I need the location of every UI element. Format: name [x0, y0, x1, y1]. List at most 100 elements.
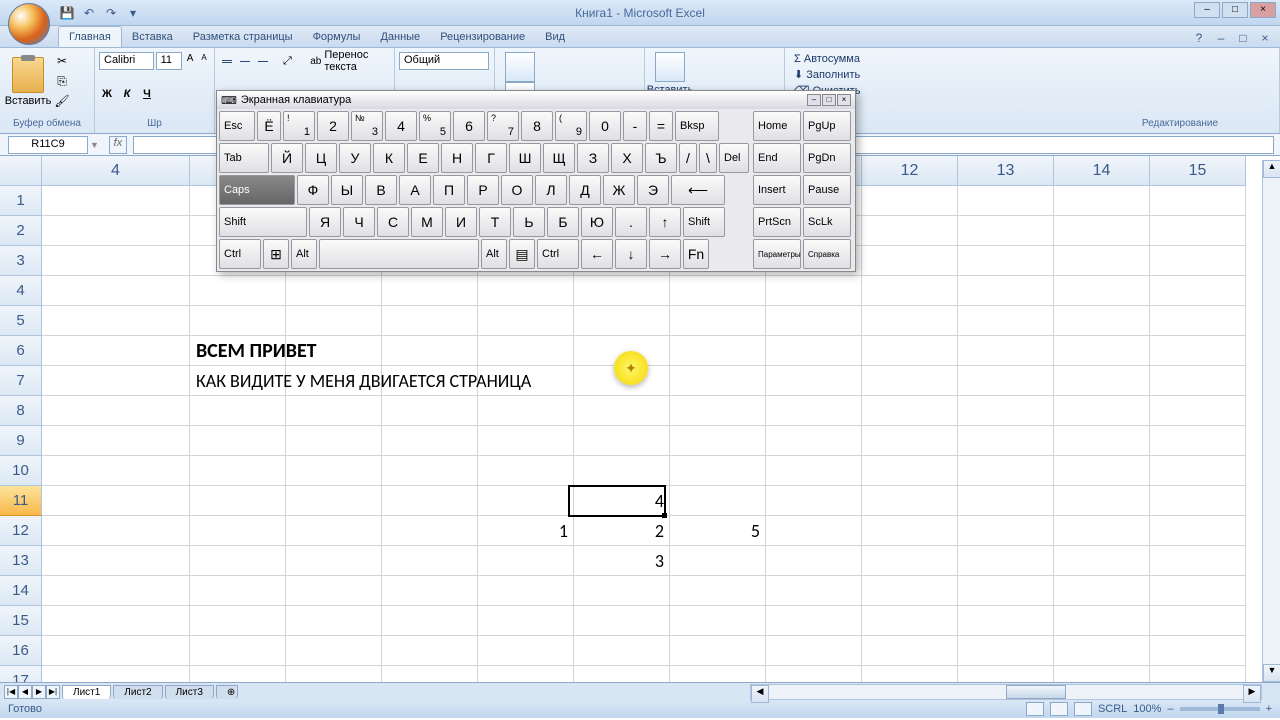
osk-key-=[interactable]: = — [649, 111, 673, 141]
cell[interactable] — [1054, 216, 1150, 246]
cell[interactable] — [862, 546, 958, 576]
row-header[interactable]: 2 — [0, 216, 42, 246]
cell[interactable] — [42, 666, 190, 682]
cell[interactable] — [1054, 186, 1150, 216]
cell[interactable] — [286, 576, 382, 606]
row-header[interactable]: 8 — [0, 396, 42, 426]
clear-button[interactable]: ⌫ Очистить — [793, 83, 1271, 98]
osk-close-button[interactable]: × — [837, 94, 851, 106]
osk-key-т[interactable]: Т — [479, 207, 511, 237]
cell[interactable] — [1150, 636, 1246, 666]
cell[interactable] — [958, 246, 1054, 276]
osk-key-fn[interactable]: Fn — [683, 239, 709, 269]
h-scroll-thumb[interactable] — [1006, 685, 1066, 699]
osk-key-6[interactable]: 6 — [453, 111, 485, 141]
font-name-input[interactable]: Calibri — [99, 52, 154, 70]
row-header[interactable]: 6 — [0, 336, 42, 366]
osk-key-в[interactable]: В — [365, 175, 397, 205]
osk-key-tab[interactable]: Tab — [219, 143, 269, 173]
cell[interactable] — [190, 306, 286, 336]
osk-key-ъ[interactable]: Ъ — [645, 143, 677, 173]
scroll-left-icon[interactable]: ◀ — [751, 685, 769, 703]
tab-review[interactable]: Рецензирование — [430, 27, 535, 47]
osk-key-▤[interactable]: ▤ — [509, 239, 535, 269]
fx-icon[interactable]: fx — [109, 136, 127, 154]
italic-button[interactable]: К — [119, 88, 135, 104]
cell-content[interactable]: КАК ВИДИТЕ У МЕНЯ ДВИГАЕТСЯ СТРАНИЦА — [190, 366, 537, 396]
cell[interactable] — [574, 636, 670, 666]
osk-key-shift[interactable]: Shift — [219, 207, 307, 237]
row-header[interactable]: 7 — [0, 366, 42, 396]
cell[interactable] — [766, 336, 862, 366]
zoom-in-icon[interactable]: + — [1266, 703, 1272, 715]
cell[interactable] — [382, 666, 478, 682]
fill-button[interactable]: ⬇ Заполнить — [793, 67, 1271, 82]
osk-key-↓[interactable]: ↓ — [615, 239, 647, 269]
osk-key-/[interactable]: / — [679, 143, 697, 173]
copy-icon[interactable]: ⎘ — [52, 72, 72, 90]
cell[interactable] — [1150, 216, 1246, 246]
osk-key-г[interactable]: Г — [475, 143, 507, 173]
osk-key-home[interactable]: Home — [753, 111, 801, 141]
cell[interactable] — [382, 486, 478, 516]
cell-content[interactable]: ВСЕМ ПРИВЕТ — [190, 336, 323, 366]
cell-content[interactable]: 2 — [574, 516, 670, 546]
cell[interactable] — [862, 306, 958, 336]
tab-home[interactable]: Главная — [58, 26, 122, 47]
osk-key-ю[interactable]: Ю — [581, 207, 613, 237]
cell[interactable] — [958, 666, 1054, 682]
cell[interactable] — [766, 306, 862, 336]
osk-key-←[interactable]: ← — [581, 239, 613, 269]
osk-key-8[interactable]: 8 — [521, 111, 553, 141]
cell[interactable] — [958, 186, 1054, 216]
cell[interactable] — [478, 546, 574, 576]
sheet-tab-3[interactable]: Лист3 — [165, 685, 214, 699]
cell[interactable] — [862, 396, 958, 426]
osk-key-.[interactable]: . — [615, 207, 647, 237]
cell[interactable] — [862, 516, 958, 546]
cell[interactable] — [1054, 366, 1150, 396]
cell[interactable] — [42, 396, 190, 426]
autosum-button[interactable]: Σ Автосумма — [793, 52, 1271, 66]
osk-key-ф[interactable]: Ф — [297, 175, 329, 205]
osk-key-параметры[interactable]: Параметры — [753, 239, 801, 269]
osk-key-к[interactable]: К — [373, 143, 405, 173]
cell[interactable] — [382, 276, 478, 306]
osk-key-з[interactable]: З — [577, 143, 609, 173]
cell[interactable] — [478, 666, 574, 682]
cell[interactable] — [574, 306, 670, 336]
cell[interactable] — [42, 216, 190, 246]
cell[interactable] — [670, 426, 766, 456]
cell[interactable] — [42, 516, 190, 546]
cell[interactable] — [958, 306, 1054, 336]
osk-key-я[interactable]: Я — [309, 207, 341, 237]
cell[interactable] — [958, 546, 1054, 576]
osk-titlebar[interactable]: ⌨ Экранная клавиатура – □ × — [217, 91, 855, 109]
cell[interactable] — [1150, 366, 1246, 396]
tab-formulas[interactable]: Формулы — [303, 27, 371, 47]
cell[interactable] — [670, 366, 766, 396]
cell[interactable] — [42, 576, 190, 606]
cell[interactable] — [958, 456, 1054, 486]
orientation-icon[interactable]: ⤢ — [280, 52, 296, 70]
row-header[interactable]: 10 — [0, 456, 42, 486]
osk-key-space[interactable] — [319, 239, 479, 269]
osk-key-→[interactable]: → — [649, 239, 681, 269]
column-header[interactable]: 12 — [862, 156, 958, 186]
bold-button[interactable]: Ж — [99, 88, 115, 104]
osk-key-п[interactable]: П — [433, 175, 465, 205]
osk-key-ч[interactable]: Ч — [343, 207, 375, 237]
cell[interactable] — [574, 426, 670, 456]
column-header[interactable]: 15 — [1150, 156, 1246, 186]
cell[interactable] — [766, 426, 862, 456]
tab-last-icon[interactable]: ▶| — [46, 685, 60, 699]
cell[interactable] — [1054, 636, 1150, 666]
cell[interactable] — [766, 636, 862, 666]
cell[interactable] — [190, 276, 286, 306]
cell[interactable] — [42, 636, 190, 666]
select-all-corner[interactable] — [0, 156, 42, 186]
osk-key-end[interactable]: End — [753, 143, 801, 173]
osk-key-у[interactable]: У — [339, 143, 371, 173]
osk-key-с[interactable]: С — [377, 207, 409, 237]
osk-key-ё[interactable]: Ё — [257, 111, 281, 141]
